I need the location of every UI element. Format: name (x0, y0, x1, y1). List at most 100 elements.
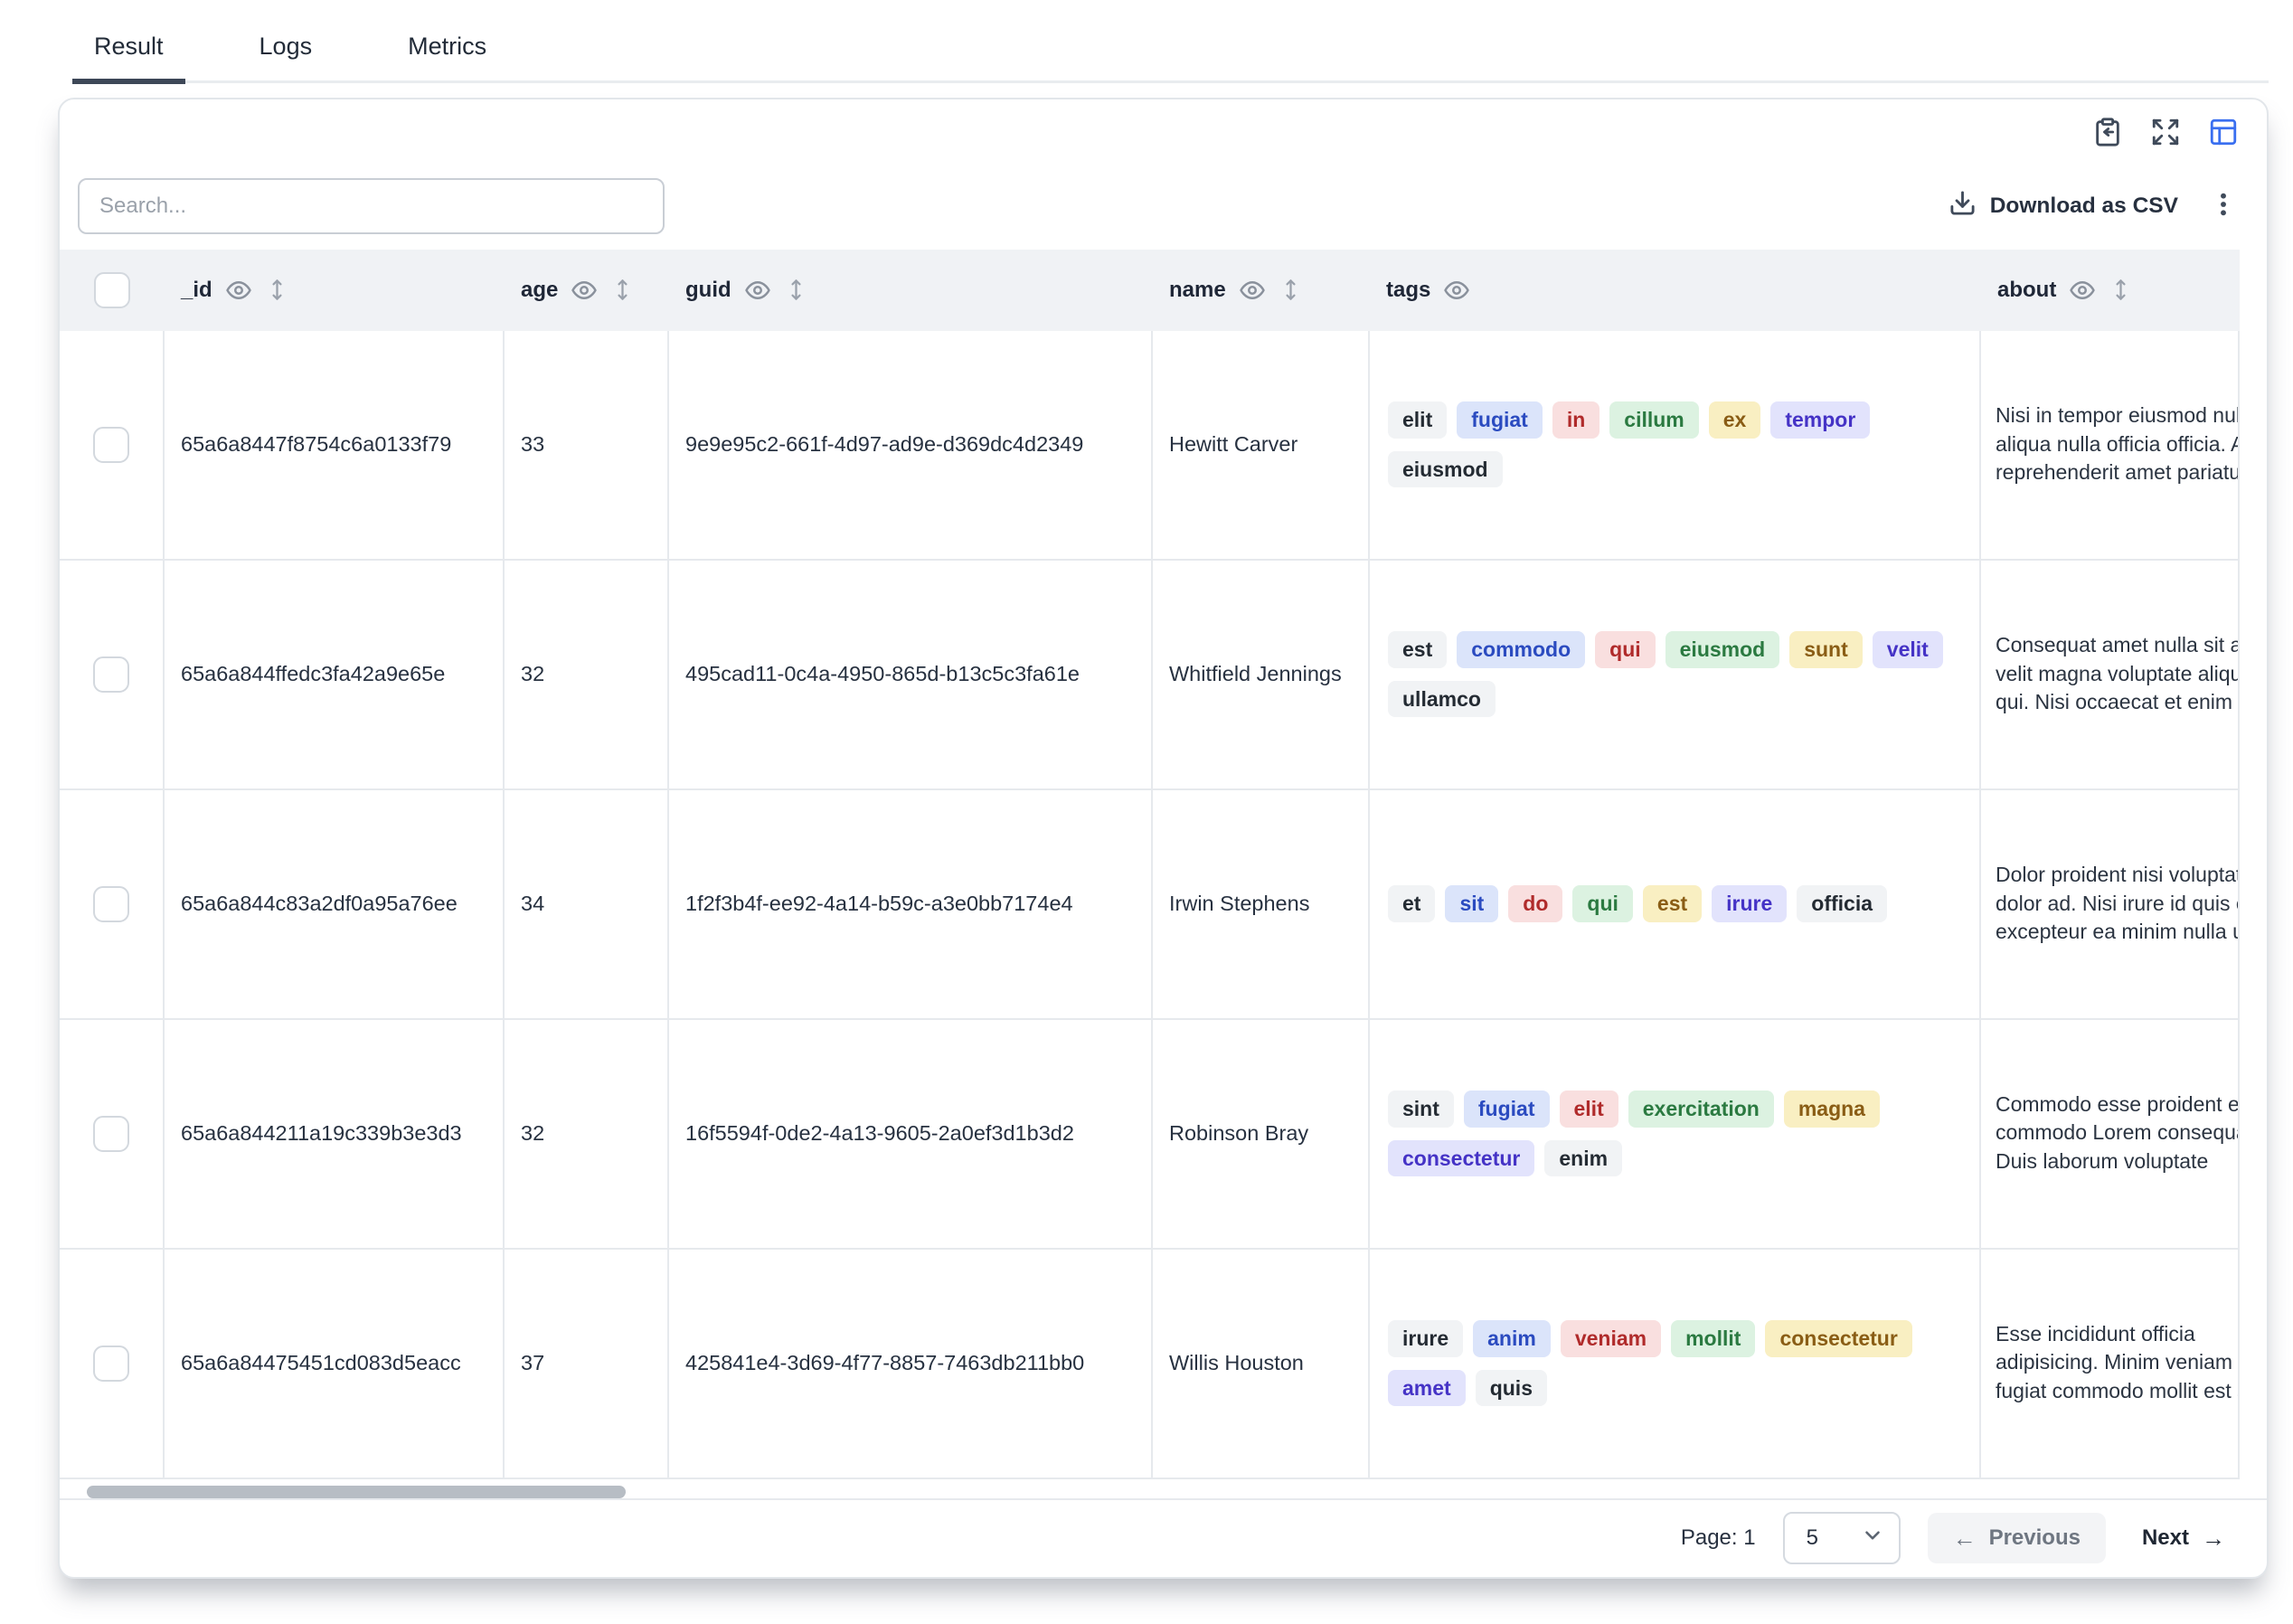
table-view-toggle-button[interactable] (2203, 114, 2243, 154)
tab-result[interactable]: Result (72, 27, 185, 84)
tag-chip: tempor (1770, 401, 1870, 439)
pagination-bar: Page: 1 5 ← Previous Next → (60, 1498, 2267, 1577)
eye-icon[interactable] (1443, 277, 1470, 304)
tag-chip: est (1643, 885, 1702, 922)
tag-chip: elit (1388, 401, 1447, 439)
column-label-about[interactable]: about (1997, 278, 2056, 303)
tag-chip: veniam (1561, 1320, 1661, 1357)
column-header-_id: _id (165, 277, 505, 304)
tag-chip: qui (1595, 631, 1656, 668)
tag-chip: in (1552, 401, 1599, 439)
row-checkbox[interactable] (93, 427, 129, 463)
more-options-button[interactable] (2209, 190, 2238, 222)
column-label-tags[interactable]: tags (1386, 278, 1430, 303)
tag-chip: sint (1388, 1091, 1454, 1128)
previous-button[interactable]: ← Previous (1928, 1513, 2106, 1563)
cell-id: 65a6a8447f8754c6a0133f79 (165, 331, 505, 559)
page-indicator: Page: 1 (1681, 1525, 1756, 1551)
tag-chip: exercitation (1628, 1091, 1774, 1128)
row-checkbox[interactable] (93, 656, 129, 693)
tag-chip: sunt (1789, 631, 1863, 668)
cell-id: 65a6a844211a19c339b3e3d3 (165, 1020, 505, 1248)
cell-age: 37 (505, 1250, 669, 1478)
sort-icon[interactable] (610, 278, 635, 302)
sort-icon[interactable] (265, 278, 289, 302)
row-select-cell (60, 561, 165, 788)
page-size-value: 5 (1807, 1525, 1818, 1551)
tab-bar: Result Logs Metrics (72, 27, 2269, 83)
tag-chip: sit (1445, 885, 1498, 922)
cell-about: Nisi in tempor eiusmod nulla aliqua null… (1981, 331, 2240, 559)
eye-icon[interactable] (2069, 277, 2096, 304)
tag-chip: ullamco (1388, 681, 1496, 718)
copy-to-clipboard-button[interactable] (2088, 114, 2128, 154)
page-size-select[interactable]: 5 (1783, 1512, 1901, 1564)
select-all-checkbox[interactable] (94, 272, 130, 308)
cell-name: Hewitt Carver (1153, 331, 1370, 559)
cell-about: Dolor proident nisi voluptate dolor ad. … (1981, 790, 2240, 1018)
cell-name: Irwin Stephens (1153, 790, 1370, 1018)
column-label-_id[interactable]: _id (181, 278, 212, 303)
cell-tags: irureanimveniammollitconsecteturametquis (1370, 1250, 1981, 1478)
sort-icon[interactable] (2109, 278, 2133, 302)
tag-chip: do (1508, 885, 1562, 922)
fullscreen-button[interactable] (2146, 114, 2185, 154)
tag-chip: quis (1476, 1370, 1547, 1407)
column-header-tags: tags (1370, 277, 1981, 304)
tag-chip: consectetur (1765, 1320, 1911, 1357)
cell-guid: 9e9e95c2-661f-4d97-ad9e-d369dc4d2349 (669, 331, 1153, 559)
column-label-guid[interactable]: guid (685, 278, 731, 303)
column-header-guid: guid (669, 277, 1153, 304)
tag-chip: fugiat (1464, 1091, 1550, 1128)
cell-id: 65a6a844ffedc3fa42a9e65e (165, 561, 505, 788)
cell-tags: etsitdoquiestirureofficia (1370, 790, 1981, 1018)
tag-chip: qui (1572, 885, 1633, 922)
cell-age: 32 (505, 561, 669, 788)
eye-icon[interactable] (744, 277, 771, 304)
tag-chip: velit (1873, 631, 1943, 668)
tag-chip: est (1388, 631, 1447, 668)
cell-age: 32 (505, 1020, 669, 1248)
next-label: Next (2142, 1525, 2189, 1551)
tag-chip: eiusmod (1388, 451, 1503, 488)
next-button[interactable]: Next → (2133, 1513, 2234, 1563)
row-checkbox[interactable] (93, 1345, 129, 1382)
panel-action-icons (2088, 114, 2243, 154)
cell-id: 65a6a84475451cd083d5eacc (165, 1250, 505, 1478)
cell-about: Consequat amet nulla sit aute velit magn… (1981, 561, 2240, 788)
row-checkbox[interactable] (93, 1116, 129, 1152)
row-select-cell (60, 331, 165, 559)
previous-label: Previous (1989, 1525, 2081, 1551)
table-view-icon (2208, 117, 2239, 150)
expand-icon (2150, 117, 2181, 150)
eye-icon[interactable] (1239, 277, 1266, 304)
sort-icon[interactable] (784, 278, 808, 302)
search-input[interactable] (78, 178, 665, 234)
result-panel: Download as CSV _idageguidnametagsabout … (58, 98, 2269, 1579)
cell-name: Robinson Bray (1153, 1020, 1370, 1248)
tag-chip: ex (1709, 401, 1761, 439)
row-select-cell (60, 790, 165, 1018)
tag-chip: commodo (1457, 631, 1585, 668)
tag-chip: consectetur (1388, 1140, 1534, 1177)
sort-icon[interactable] (1279, 278, 1303, 302)
cell-id: 65a6a844c83a2df0a95a76ee (165, 790, 505, 1018)
eye-icon[interactable] (225, 277, 252, 304)
clipboard-import-icon (2092, 117, 2123, 150)
column-label-name[interactable]: name (1169, 278, 1226, 303)
eye-icon[interactable] (571, 277, 598, 304)
cell-guid: 16f5594f-0de2-4a13-9605-2a0ef3d1b3d2 (669, 1020, 1153, 1248)
select-all-cell (60, 272, 165, 308)
tab-logs[interactable]: Logs (238, 27, 335, 80)
cell-about: Esse incididunt officia adipisicing. Min… (1981, 1250, 2240, 1478)
chevron-down-icon (1861, 1524, 1884, 1553)
tag-chip: amet (1388, 1370, 1466, 1407)
row-checkbox[interactable] (93, 886, 129, 922)
download-csv-button[interactable]: Download as CSV (1949, 189, 2178, 223)
tag-chip: irure (1388, 1320, 1463, 1357)
tab-metrics[interactable]: Metrics (386, 27, 508, 80)
row-select-cell (60, 1250, 165, 1478)
horizontal-scrollbar[interactable] (87, 1486, 626, 1498)
arrow-left-icon: ← (1953, 1526, 1977, 1550)
column-label-age[interactable]: age (521, 278, 558, 303)
